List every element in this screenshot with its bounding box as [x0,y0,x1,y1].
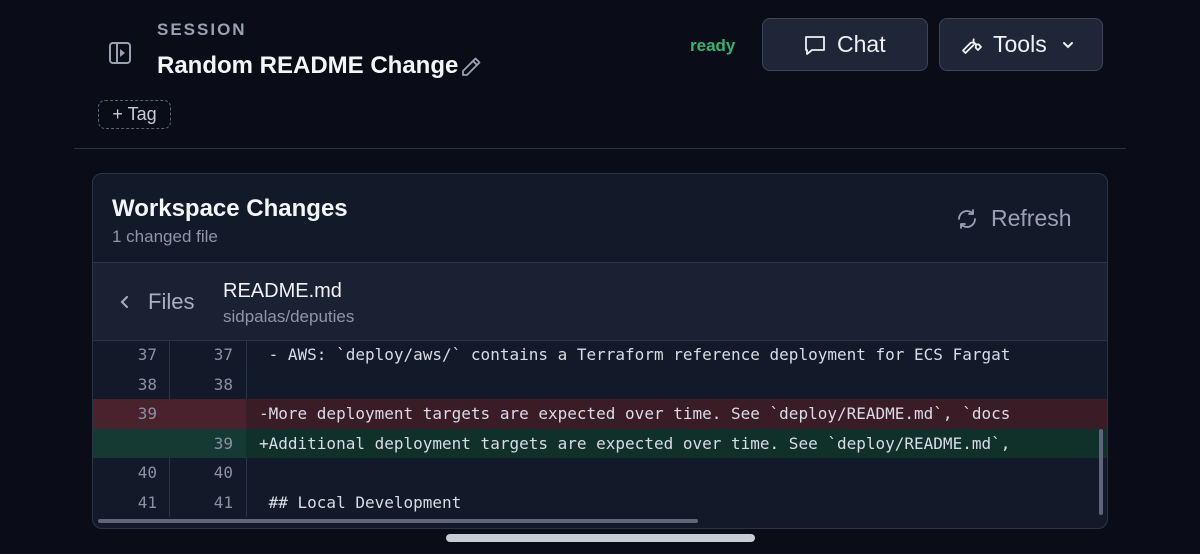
tools-button-label: Tools [993,31,1047,57]
new-line-number: 41 [213,492,233,512]
old-line-number: 37 [137,345,157,364]
code-text: +Additional deployment targets are expec… [259,433,1011,453]
new-line-number: 39 [213,433,233,453]
old-line-number: 41 [137,492,157,512]
new-line-number: 40 [213,463,233,482]
session-label: SESSION [157,20,247,39]
chat-button-label: Chat [837,31,886,57]
code-text: -More deployment targets are expected ov… [259,404,1011,423]
header-divider [74,148,1126,149]
add-tag-button[interactable]: + Tag [98,100,171,129]
chevron-left-icon [120,296,128,308]
status-badge: ready [690,36,736,55]
old-line-number: 40 [137,463,157,482]
diff-line: 39 -More deployment targets are expected … [93,399,1107,429]
back-to-files-button[interactable]: Files [119,289,194,315]
refresh-icon [958,208,976,229]
diff-line: 41 41 ## Local Development [93,488,1107,518]
refresh-label: Refresh [991,205,1072,231]
refresh-button[interactable]: Refresh [955,205,1072,232]
horizontal-scrollbar[interactable] [98,519,698,523]
chat-bubble-icon [805,35,825,55]
sidebar-toggle-icon[interactable] [109,42,131,64]
session-title: Random README Change [157,52,459,79]
old-line-number: 38 [137,374,157,394]
tools-button[interactable]: Tools [939,18,1103,71]
wrench-icon [962,37,982,54]
file-header: Files README.md sidpalas/deputies [93,262,1107,341]
diff-line: 40 40 [93,458,1107,488]
pencil-icon[interactable] [459,55,483,79]
workspace-changes-panel: Workspace Changes 1 changed file Refresh… [92,173,1108,529]
new-line-number: 38 [213,374,233,394]
old-line-number: 39 [137,404,157,423]
diff-line: 39 +Additional deployment targets are exp… [93,428,1107,458]
code-text: ## Local Development [259,492,462,512]
chat-button[interactable]: Chat [762,18,928,71]
code-text: - AWS: `deploy/aws/` contains a Terrafor… [259,345,1011,364]
file-name: README.md [223,280,342,302]
diff-line: 37 37 - AWS: `deploy/aws/` contains a Ter… [93,340,1107,370]
new-line-number: 37 [213,345,233,364]
diff-view[interactable]: 37 37 - AWS: `deploy/aws/` contains a Ter… [93,340,1107,517]
file-repo: sidpalas/deputies [223,307,355,326]
files-label: Files [148,289,195,314]
panel-title: Workspace Changes [112,195,348,222]
home-indicator [446,534,755,542]
chevron-down-icon [1063,42,1073,49]
vertical-scrollbar[interactable] [1099,429,1103,515]
diff-line: 38 38 [93,370,1107,400]
changed-files-count: 1 changed file [112,227,218,246]
